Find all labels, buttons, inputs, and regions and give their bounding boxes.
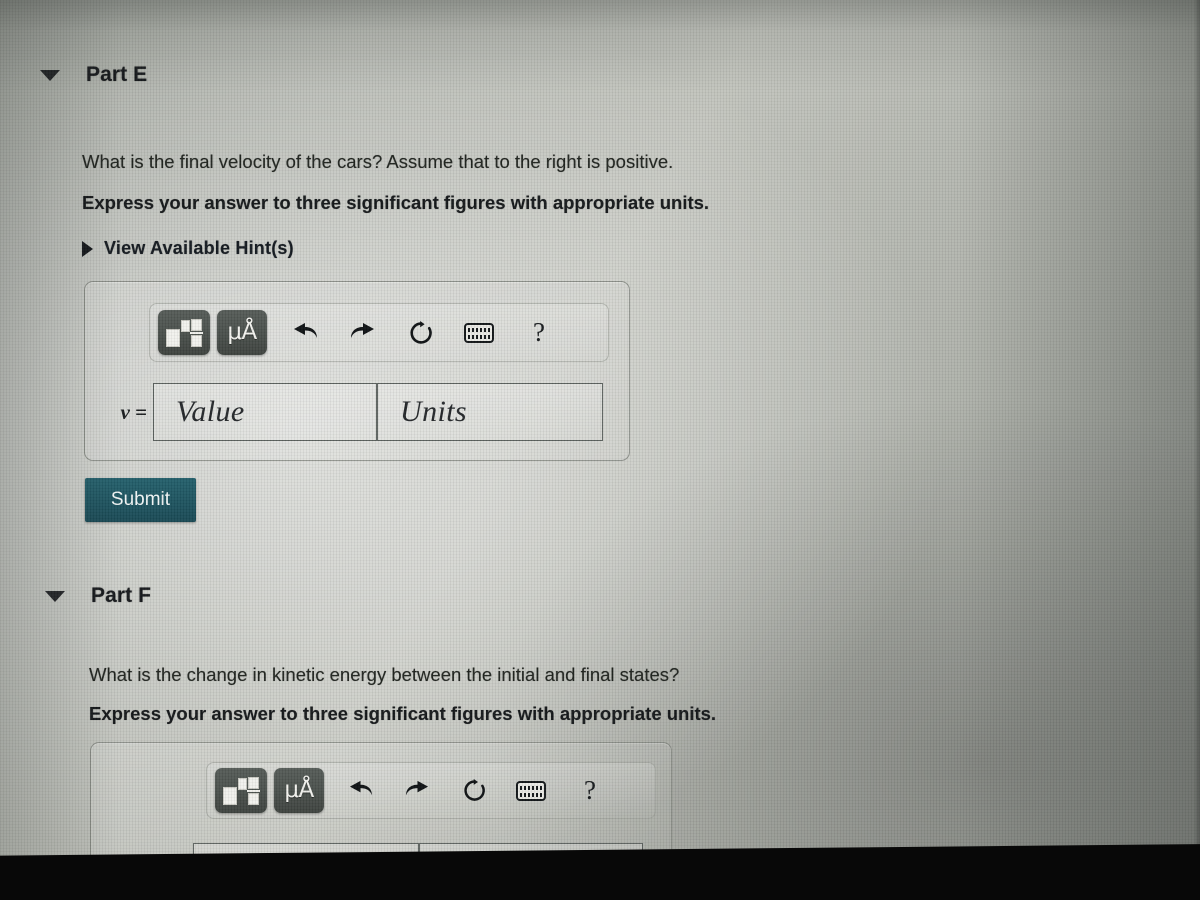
question-text-f: What is the change in kinetic energy bet… [89, 664, 680, 685]
units-micro-angstrom-icon[interactable]: μÅ [274, 768, 324, 813]
answer-toolbar-e: μÅ ? [149, 303, 609, 362]
units-micro-angstrom-icon[interactable]: μÅ [217, 310, 267, 355]
question-text-e: What is the final velocity of the cars? … [82, 151, 674, 172]
help-icon[interactable]: ? [567, 768, 613, 813]
undo-icon[interactable] [282, 310, 328, 355]
units-micro-angstrom-label: μÅ [284, 777, 314, 803]
part-title-f: Part F [91, 584, 152, 607]
value-input-e[interactable]: Value [153, 383, 377, 441]
value-placeholder-e: Value [176, 395, 245, 428]
part-header-e[interactable]: Part E [40, 63, 147, 87]
answer-toolbar-f: μÅ ? [206, 762, 656, 819]
help-label: ? [533, 317, 545, 347]
help-label: ? [584, 775, 596, 805]
units-placeholder-e: Units [400, 395, 468, 428]
answer-field-row-e: v = Value Units [105, 383, 603, 441]
instruction-text-e: Express your answer to three significant… [82, 192, 710, 213]
keyboard-glyph [464, 322, 494, 343]
math-template-icon[interactable] [158, 310, 210, 355]
help-icon[interactable]: ? [516, 310, 562, 355]
caret-right-icon [82, 240, 93, 257]
submit-button-e[interactable]: Submit [85, 478, 196, 522]
reset-icon[interactable] [451, 768, 497, 813]
part-header-f[interactable]: Part F [45, 584, 151, 608]
homework-page: Part E What is the final velocity of the… [0, 0, 1200, 900]
view-hints-link-e[interactable]: View Available Hint(s) [82, 238, 294, 259]
photographed-screen: Part E What is the final velocity of the… [0, 0, 1200, 900]
math-template-icon[interactable] [215, 768, 267, 813]
keyboard-icon[interactable] [508, 768, 554, 813]
view-hints-label-e: View Available Hint(s) [104, 238, 294, 258]
redo-icon[interactable] [340, 310, 386, 355]
screen-bezel-right [1194, 0, 1200, 900]
units-micro-angstrom-label: μÅ [227, 319, 257, 345]
answer-box-e: μÅ ? v = Value Units [84, 281, 630, 461]
math-template-glyph [166, 318, 203, 348]
variable-label-e: v = [120, 399, 147, 424]
keyboard-icon[interactable] [456, 310, 502, 355]
redo-icon[interactable] [394, 768, 440, 813]
math-template-glyph [223, 776, 260, 806]
instruction-text-f: Express your answer to three significant… [89, 703, 717, 724]
keyboard-glyph [516, 780, 546, 801]
caret-down-icon[interactable] [40, 69, 60, 81]
part-title-e: Part E [86, 63, 148, 86]
caret-down-icon[interactable] [45, 590, 65, 602]
undo-icon[interactable] [337, 768, 383, 813]
reset-icon[interactable] [398, 310, 444, 355]
units-input-e[interactable]: Units [377, 383, 603, 441]
